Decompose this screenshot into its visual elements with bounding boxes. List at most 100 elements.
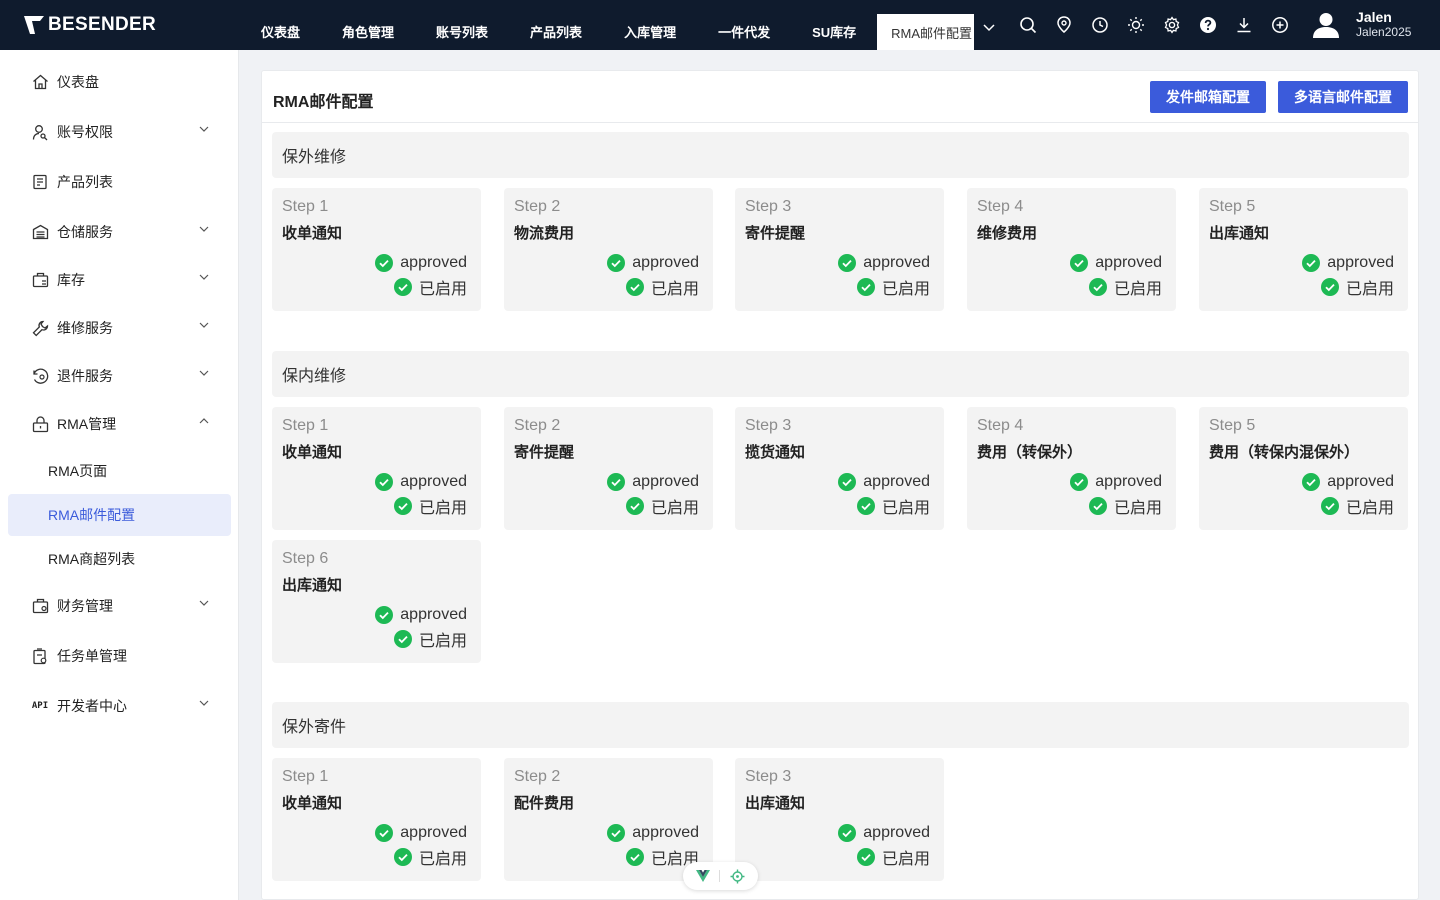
sidebar-subitem-rma-page[interactable]: RMA页面	[8, 450, 231, 492]
user-menu[interactable]: Jalen Jalen2025	[1312, 10, 1411, 40]
nav-inbound[interactable]: 入库管理	[603, 0, 697, 50]
chevron-down-icon	[199, 700, 209, 706]
sidebar-item-inventory[interactable]: 库存	[0, 258, 239, 302]
check-circle-icon	[838, 254, 857, 272]
sidebar-item-developer[interactable]: API 开发者中心	[0, 684, 239, 728]
sidebar-item-label: 财务管理	[57, 598, 113, 614]
chevron-down-icon	[199, 600, 209, 606]
enabled-status: 已启用	[393, 496, 467, 517]
step-card[interactable]: Step 2 寄件提醒 approved 已启用	[504, 407, 713, 530]
sidebar-item-warehouse[interactable]: 仓储服务	[0, 210, 239, 254]
user-id: Jalen2025	[1356, 25, 1412, 39]
enabled-status: 已启用	[856, 847, 930, 868]
nav-products[interactable]: 产品列表	[509, 0, 603, 50]
sender-mailbox-config-button[interactable]: 发件邮箱配置	[1150, 81, 1266, 113]
warehouse-icon	[31, 223, 49, 241]
check-circle-icon	[1070, 473, 1089, 491]
chevron-down-icon	[199, 226, 209, 232]
search-button[interactable]	[1010, 0, 1046, 50]
inventory-icon	[31, 271, 49, 289]
lock-box-icon	[31, 415, 49, 433]
clock-icon	[1092, 17, 1108, 33]
step-number: Step 1	[282, 198, 329, 215]
top-nav: 仪表盘 角色管理 账号列表 产品列表 入库管理 一件代发 SU库存 RMA邮件配…	[240, 0, 975, 50]
sidebar-item-returns[interactable]: 退件服务	[0, 354, 239, 398]
step-card[interactable]: Step 1 收单通知 approved 已启用	[272, 758, 481, 881]
enabled-status: 已启用	[856, 277, 930, 298]
sidebar-item-finance[interactable]: 财务管理	[0, 584, 239, 628]
step-card[interactable]: Step 5 费用（转保内混保外） approved 已启用	[1199, 407, 1408, 530]
enabled-status: 已启用	[1088, 496, 1162, 517]
step-name: 出库通知	[282, 577, 343, 594]
sidebar-subitem-rma-retailer-list[interactable]: RMA商超列表	[8, 538, 231, 580]
step-number: Step 1	[282, 768, 329, 785]
chevron-down-icon	[983, 24, 995, 32]
vue-logo-icon[interactable]	[695, 870, 710, 882]
step-card[interactable]: Step 2 配件费用 approved 已启用	[504, 758, 713, 881]
add-button[interactable]	[1262, 0, 1298, 50]
download-button[interactable]	[1226, 0, 1262, 50]
sidebar-item-account-permissions[interactable]: 账号权限	[0, 110, 239, 154]
step-card[interactable]: Step 4 费用（转保外） approved 已启用	[967, 407, 1176, 530]
sidebar-item-label: 维修服务	[57, 320, 113, 336]
sidebar-item-repair[interactable]: 维修服务	[0, 306, 239, 350]
brand-logo[interactable]: BESENDER	[0, 0, 240, 50]
step-card[interactable]: Step 3 寄件提醒 approved 已启用	[735, 188, 944, 311]
nav-more-dropdown[interactable]	[974, 0, 1004, 50]
enabled-status: 已启用	[625, 496, 699, 517]
step-card[interactable]: Step 2 物流费用 approved 已启用	[504, 188, 713, 311]
sidebar-item-products[interactable]: 产品列表	[0, 160, 239, 204]
nav-su-stock[interactable]: SU库存	[791, 0, 877, 50]
user-name: Jalen	[1356, 9, 1392, 25]
chevron-down-icon	[199, 274, 209, 280]
step-number: Step 5	[1209, 198, 1256, 215]
nav-accounts[interactable]: 账号列表	[415, 0, 509, 50]
location-button[interactable]	[1046, 0, 1082, 50]
step-name: 物流费用	[514, 225, 575, 242]
theme-button[interactable]	[1118, 0, 1154, 50]
config-card: RMA邮件配置 发件邮箱配置 多语言邮件配置 保外维修 Step 1 收单通知 …	[261, 70, 1419, 900]
sidebar-subitem-rma-mail-config[interactable]: RMA邮件配置	[8, 494, 231, 536]
gear-icon	[1164, 16, 1180, 34]
check-circle-icon	[1088, 497, 1107, 515]
help-button[interactable]	[1190, 0, 1226, 50]
inspect-target-icon[interactable]	[730, 869, 745, 884]
return-icon	[31, 367, 49, 385]
nav-roles[interactable]: 角色管理	[321, 0, 415, 50]
sidebar-item-label: 库存	[57, 272, 85, 288]
multilang-mail-config-button[interactable]: 多语言邮件配置	[1278, 81, 1408, 113]
section-header: 保外寄件	[272, 702, 1409, 748]
step-card[interactable]: Step 4 维修费用 approved 已启用	[967, 188, 1176, 311]
step-card[interactable]: Step 3 出库通知 approved 已启用	[735, 758, 944, 881]
check-circle-icon	[375, 606, 394, 624]
step-name: 寄件提醒	[745, 225, 806, 242]
check-circle-icon	[856, 497, 875, 515]
main-content: RMA邮件配置 发件邮箱配置 多语言邮件配置 保外维修 Step 1 收单通知 …	[250, 60, 1432, 900]
chevron-up-icon	[199, 418, 209, 424]
sidebar-item-dashboard[interactable]: 仪表盘	[0, 60, 239, 104]
step-number: Step 2	[514, 198, 561, 215]
step-number: Step 3	[745, 768, 792, 785]
approval-status: approved	[607, 472, 699, 492]
sidebar-item-tasks[interactable]: 任务单管理	[0, 634, 239, 678]
step-card[interactable]: Step 6 出库通知 approved 已启用	[272, 540, 481, 663]
task-icon	[31, 647, 49, 665]
sidebar-item-label: 任务单管理	[57, 648, 127, 664]
nav-dashboard[interactable]: 仪表盘	[240, 0, 321, 50]
check-circle-icon	[393, 497, 412, 515]
check-circle-icon	[607, 473, 626, 491]
enabled-status: 已启用	[393, 277, 467, 298]
nav-dropship[interactable]: 一件代发	[697, 0, 791, 50]
floating-devtools[interactable]	[683, 862, 758, 890]
settings-button[interactable]	[1154, 0, 1190, 50]
sidebar-item-rma[interactable]: RMA管理	[0, 402, 239, 446]
approval-status: approved	[607, 823, 699, 843]
step-card[interactable]: Step 1 收单通知 approved 已启用	[272, 188, 481, 311]
step-card[interactable]: Step 1 收单通知 approved 已启用	[272, 407, 481, 530]
section-header: 保外维修	[272, 132, 1409, 178]
history-button[interactable]	[1082, 0, 1118, 50]
step-card[interactable]: Step 5 出库通知 approved 已启用	[1199, 188, 1408, 311]
check-circle-icon	[838, 473, 857, 491]
nav-rma-mail-config[interactable]: RMA邮件配置	[877, 14, 975, 50]
step-card[interactable]: Step 3 揽货通知 approved 已启用	[735, 407, 944, 530]
